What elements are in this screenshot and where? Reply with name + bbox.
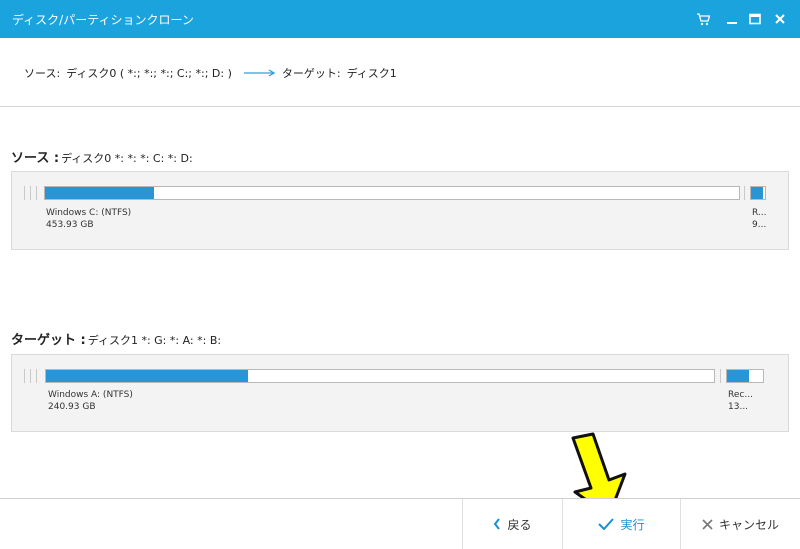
- target-partition-usage-fill: [46, 370, 248, 382]
- cancel-button[interactable]: キャンセル: [680, 499, 800, 549]
- close-icon: [702, 518, 713, 530]
- cart-icon[interactable]: [694, 10, 712, 28]
- source-disk-label: ディスク0 *: *: *: C: *: D:: [61, 152, 193, 165]
- footer-bar: 戻る 実行 キャンセル: [0, 498, 800, 549]
- source-recovery-size: 9...: [752, 220, 767, 230]
- partition-marker: [24, 186, 26, 200]
- check-icon: [598, 518, 615, 530]
- summary-target-label: ターゲット:: [281, 67, 341, 80]
- back-button-label: 戻る: [507, 517, 532, 532]
- clone-summary: ソース: ディスク0 ( *:; *:; *:; C:; *:; D: ) ター…: [0, 38, 800, 107]
- maximize-icon[interactable]: [746, 10, 764, 28]
- source-partition-name: Windows C: (NTFS): [46, 208, 132, 218]
- target-partition-size: 240.93 GB: [48, 402, 96, 412]
- run-button-label: 実行: [620, 517, 645, 532]
- partition-marker: [30, 369, 32, 383]
- target-recovery-usage-fill: [727, 370, 749, 382]
- source-partition-recovery[interactable]: [750, 186, 766, 200]
- partition-marker: [24, 369, 26, 383]
- source-disk-map: Windows C: (NTFS) 453.93 GB R... 9...: [11, 171, 789, 250]
- source-partition-c[interactable]: [44, 186, 740, 200]
- partition-marker: [30, 186, 32, 200]
- target-partition-a[interactable]: [45, 369, 715, 383]
- arrow-right-icon: [243, 69, 276, 77]
- partition-marker: [36, 186, 38, 200]
- source-heading: ソース : ディスク0 *: *: *: C: *: D:: [11, 147, 193, 166]
- target-partition-recovery[interactable]: [726, 369, 764, 383]
- back-button[interactable]: 戻る: [462, 499, 562, 549]
- target-recovery-size: 13...: [728, 402, 749, 412]
- run-button[interactable]: 実行: [562, 499, 680, 549]
- source-partition-size: 453.93 GB: [46, 220, 94, 230]
- cancel-button-label: キャンセル: [718, 517, 779, 532]
- source-partition-usage-fill: [45, 187, 154, 199]
- target-recovery-name: Rec...: [728, 390, 753, 400]
- summary-source-value: ディスク0 ( *:; *:; *:; C:; *:; D: ): [66, 67, 232, 80]
- minimize-icon[interactable]: [723, 10, 741, 28]
- target-heading: ターゲット : ディスク1 *: G: *: A: *: B:: [11, 329, 221, 348]
- target-partition-name: Windows A: (NTFS): [48, 390, 133, 400]
- source-heading-label: ソース :: [11, 151, 60, 166]
- partition-marker: [36, 369, 38, 383]
- summary-source-label: ソース:: [24, 67, 61, 80]
- summary-target-value: ディスク1: [346, 67, 397, 80]
- target-disk-label: ディスク1 *: G: *: A: *: B:: [87, 334, 222, 347]
- source-recovery-usage-fill: [751, 187, 763, 199]
- partition-marker: [744, 186, 746, 200]
- chevron-left-icon: [493, 518, 501, 530]
- target-disk-map: Windows A: (NTFS) 240.93 GB Rec... 13...: [11, 354, 789, 432]
- partition-marker: [720, 369, 722, 383]
- source-recovery-name: R...: [752, 208, 767, 218]
- close-icon[interactable]: [771, 10, 789, 28]
- window-title: ディスク/パーティションクローン: [12, 13, 194, 27]
- target-heading-label: ターゲット :: [11, 333, 86, 348]
- title-bar: ディスク/パーティションクローン: [0, 0, 800, 38]
